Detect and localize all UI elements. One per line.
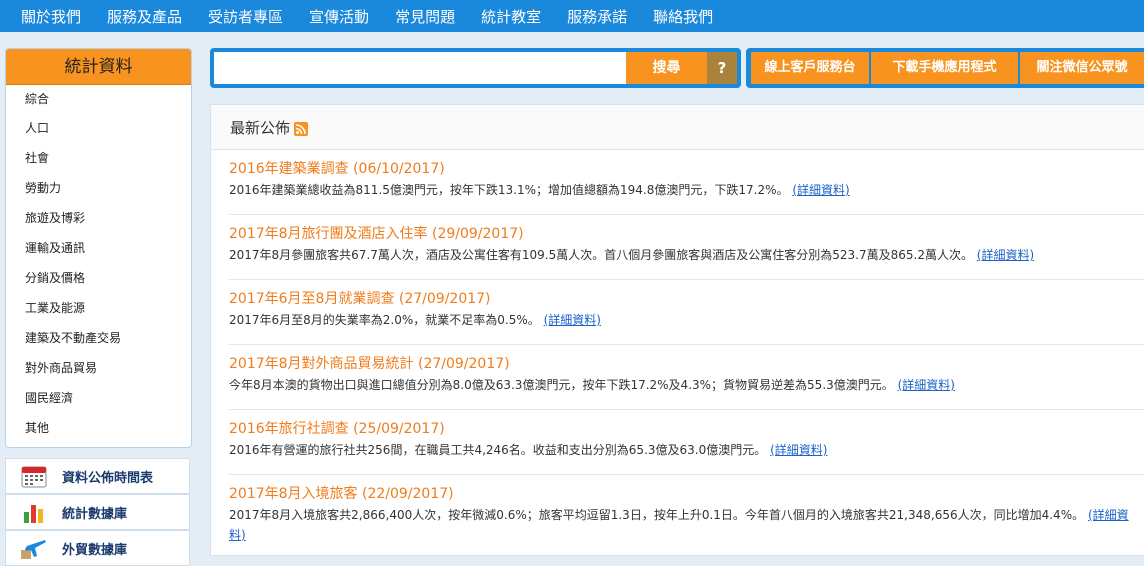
news-desc-text: 2017年8月入境旅客共2,866,400人次，按年微減0.6%；旅客平均逗留1… xyxy=(229,508,1085,522)
sidebar-item-society[interactable]: 社會 xyxy=(6,143,191,173)
nav-faq[interactable]: 常見問題 xyxy=(382,6,468,27)
sidebar-item-population[interactable]: 人口 xyxy=(6,113,191,143)
quicklinks: 資料公佈時間表 統計數據庫 外貿數據庫 xyxy=(5,458,190,566)
news-title[interactable]: 2016年建築業調查 (06/10/2017) xyxy=(229,158,1144,180)
nav-contact[interactable]: 聯絡我們 xyxy=(640,6,726,27)
search-button[interactable]: 搜尋 xyxy=(626,52,707,84)
news-desc-text: 2016年建築業總收益為811.5億澳門元，按年下跌13.1%；增加值總額為19… xyxy=(229,183,789,197)
panel-title: 最新公佈 xyxy=(230,118,291,137)
news-title[interactable]: 2017年8月旅行團及酒店入住率 (29/09/2017) xyxy=(229,223,1144,245)
news-title[interactable]: 2017年8月對外商品貿易統計 (27/09/2017) xyxy=(229,353,1144,375)
follow-wechat-button[interactable]: 關注微信公眾號 xyxy=(1020,52,1144,84)
news-title[interactable]: 2017年6月至8月就業調查 (27/09/2017) xyxy=(229,288,1144,310)
news-desc: 2016年有營運的旅行社共256間，在職員工共4,246名。收益和支出分別為65… xyxy=(229,440,1144,460)
rss-icon[interactable] xyxy=(294,122,309,136)
news-desc-text: 2016年有營運的旅行社共256間，在職員工共4,246名。收益和支出分別為65… xyxy=(229,443,767,457)
top-navigation: 關於我們 服務及產品 受訪者專區 宣傳活動 常見問題 統計教室 服務承諾 聯絡我… xyxy=(0,0,1144,32)
nav-services[interactable]: 服務及產品 xyxy=(94,6,195,27)
news-item: 2016年建築業調查 (06/10/2017) 2016年建築業總收益為811.… xyxy=(229,150,1144,215)
quicklink-label: 資料公佈時間表 xyxy=(62,470,154,486)
latest-releases-panel: 最新公佈 2016年建築業調查 (06/10/2017) 2016年建築業總收益… xyxy=(210,104,1144,556)
download-app-button[interactable]: 下載手機應用程式 xyxy=(871,52,1018,84)
sidebar-item-distribution-prices[interactable]: 分銷及價格 xyxy=(6,263,191,293)
news-desc: 2017年8月參團旅客共67.7萬人次，酒店及公寓住客有109.5萬人次。首八個… xyxy=(229,245,1144,265)
nav-respondents[interactable]: 受訪者專區 xyxy=(195,6,296,27)
news-desc: 2017年6月至8月的失業率為2.0%，就業不足率為0.5%。 (詳細資料) xyxy=(229,310,1144,330)
sidebar-item-tourism-gaming[interactable]: 旅遊及博彩 xyxy=(6,203,191,233)
news-item: 2017年8月入境旅客 (22/09/2017) 2017年8月入境旅客共2,8… xyxy=(229,475,1144,542)
news-item: 2017年8月對外商品貿易統計 (27/09/2017) 今年8月本澳的貨物出口… xyxy=(229,345,1144,410)
more-details-link[interactable]: (詳細資料) xyxy=(544,313,601,327)
calendar-icon xyxy=(20,463,48,489)
news-desc-text: 今年8月本澳的貨物出口與進口總值分別為8.0億及63.3億澳門元，按年下跌17.… xyxy=(229,378,894,392)
sidebar-item-transport[interactable]: 運輸及通訊 xyxy=(6,233,191,263)
sidebar-list: 綜合 人口 社會 勞動力 旅遊及博彩 運輸及通訊 分銷及價格 工業及能源 建築及… xyxy=(6,85,191,443)
sidebar-item-general[interactable]: 綜合 xyxy=(6,85,191,113)
news-item: 2016年旅行社調查 (25/09/2017) 2016年有營運的旅行社共256… xyxy=(229,410,1144,475)
more-details-link[interactable]: (詳細資料) xyxy=(898,378,955,392)
sidebar-statistics: 統計資料 綜合 人口 社會 勞動力 旅遊及博彩 運輸及通訊 分銷及價格 工業及能… xyxy=(5,48,192,448)
quicklink-label: 外貿數據庫 xyxy=(62,542,128,558)
sidebar-item-others[interactable]: 其他 xyxy=(6,413,191,443)
news-desc-text: 2017年8月參團旅客共67.7萬人次，酒店及公寓住客有109.5萬人次。首八個… xyxy=(229,248,973,262)
search-bar: 搜尋 ? xyxy=(210,48,741,88)
news-title[interactable]: 2017年8月入境旅客 (22/09/2017) xyxy=(229,483,1144,505)
quicklink-release-calendar[interactable]: 資料公佈時間表 xyxy=(5,458,190,494)
online-service-button[interactable]: 線上客戶服務台 xyxy=(751,52,869,84)
sidebar-item-national-economy[interactable]: 國民經濟 xyxy=(6,383,191,413)
news-desc: 今年8月本澳的貨物出口與進口總值分別為8.0億及63.3億澳門元，按年下跌17.… xyxy=(229,375,1144,395)
sidebar-item-labour[interactable]: 勞動力 xyxy=(6,173,191,203)
news-item: 2017年8月旅行團及酒店入住率 (29/09/2017) 2017年8月參團旅… xyxy=(229,215,1144,280)
sidebar-item-industry-energy[interactable]: 工業及能源 xyxy=(6,293,191,323)
quicklink-label: 統計數據庫 xyxy=(62,506,128,522)
news-desc-text: 2017年6月至8月的失業率為2.0%，就業不足率為0.5%。 xyxy=(229,313,540,327)
panel-header: 最新公佈 xyxy=(211,105,1144,150)
sidebar-title: 統計資料 xyxy=(6,49,191,85)
news-list: 2016年建築業調查 (06/10/2017) 2016年建築業總收益為811.… xyxy=(211,150,1144,542)
nav-service-pledge[interactable]: 服務承諾 xyxy=(554,6,640,27)
quicklink-stats-database[interactable]: 統計數據庫 xyxy=(5,494,190,530)
action-bar: 線上客戶服務台 下載手機應用程式 關注微信公眾號 xyxy=(746,48,1144,88)
news-desc: 2017年8月入境旅客共2,866,400人次，按年微減0.6%；旅客平均逗留1… xyxy=(229,505,1144,545)
news-item: 2017年6月至8月就業調查 (27/09/2017) 2017年6月至8月的失… xyxy=(229,280,1144,345)
more-details-link[interactable]: (詳細資料) xyxy=(977,248,1034,262)
quicklink-trade-database[interactable]: 外貿數據庫 xyxy=(5,530,190,566)
nav-about[interactable]: 關於我們 xyxy=(0,6,94,27)
sidebar-item-external-trade[interactable]: 對外商品貿易 xyxy=(6,353,191,383)
bar-chart-icon xyxy=(20,499,48,525)
airplane-icon xyxy=(20,535,48,561)
search-help-button[interactable]: ? xyxy=(707,52,737,84)
sidebar-item-construction-property[interactable]: 建築及不動產交易 xyxy=(6,323,191,353)
nav-stats-classroom[interactable]: 統計教室 xyxy=(468,6,554,27)
search-input[interactable] xyxy=(214,52,626,84)
nav-promotions[interactable]: 宣傳活動 xyxy=(296,6,382,27)
news-title[interactable]: 2016年旅行社調查 (25/09/2017) xyxy=(229,418,1144,440)
more-details-link[interactable]: (詳細資料) xyxy=(770,443,827,457)
news-desc: 2016年建築業總收益為811.5億澳門元，按年下跌13.1%；增加值總額為19… xyxy=(229,180,1144,200)
more-details-link[interactable]: (詳細資料) xyxy=(792,183,849,197)
